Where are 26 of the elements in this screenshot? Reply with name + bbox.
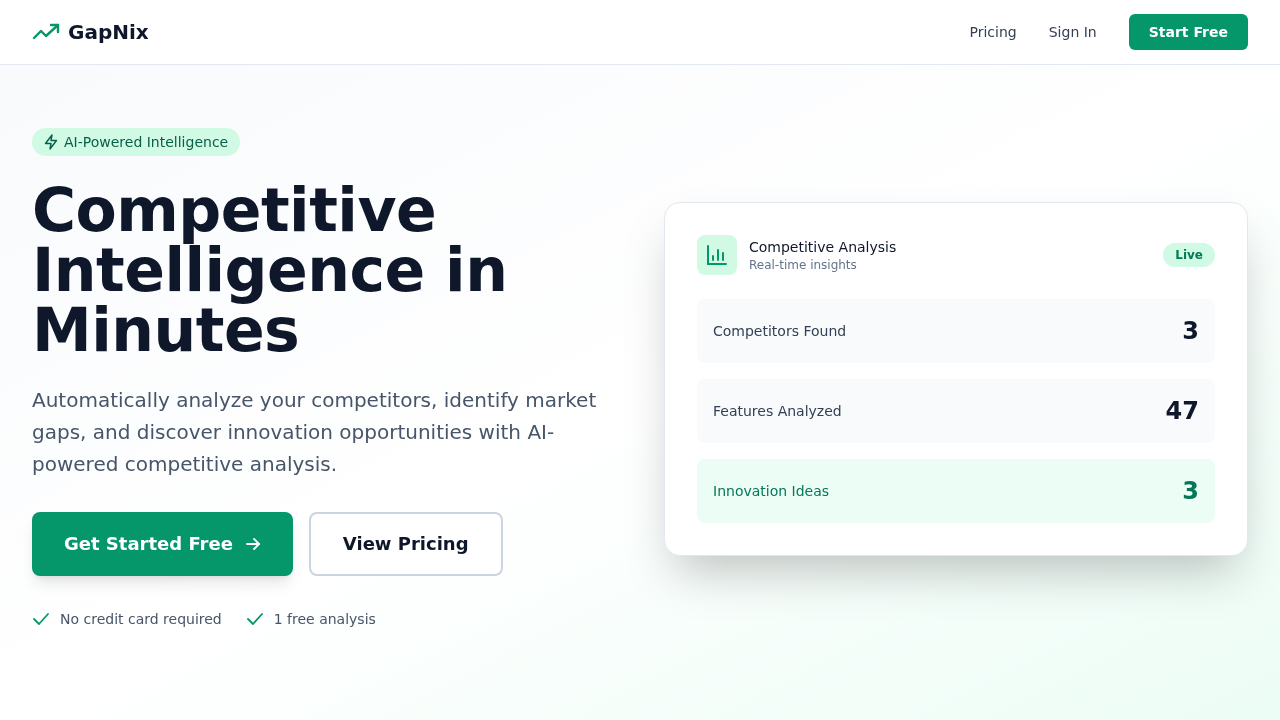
check-icon — [32, 612, 50, 626]
card-title: Competitive Analysis — [749, 237, 897, 257]
stat-value: 47 — [1165, 395, 1199, 427]
stat-value: 3 — [1182, 315, 1199, 347]
perk-text: No credit card required — [60, 610, 222, 629]
card-subtitle: Real-time insights — [749, 256, 858, 273]
hero-description: Automatically analyze your competitors, identify market gaps, and discover innovation opportunities with AI-powered competitive analysis. — [32, 387, 598, 478]
arrow-right-icon — [244, 536, 261, 552]
stat-label: Innovation Ideas — [713, 481, 830, 501]
badge-text: AI-Powered Intelligence — [64, 133, 229, 152]
trending-up-icon — [32, 22, 60, 42]
get-started-button[interactable]: Get Started Free — [32, 512, 293, 576]
stat-value: 3 — [1182, 475, 1199, 507]
perk-text: 1 free analysis — [273, 610, 376, 629]
lightning-bolt-icon — [44, 134, 58, 150]
view-pricing-button[interactable]: View Pricing — [308, 512, 503, 576]
check-icon — [245, 612, 264, 626]
start-free-button[interactable]: Start Free — [1128, 14, 1248, 50]
nav-link[interactable]: Pricing — [953, 22, 1033, 42]
stat-label: Features Analyzed — [713, 401, 842, 421]
bar-chart-icon — [697, 234, 737, 275]
nav-link[interactable]: Sign In — [1032, 22, 1113, 42]
live-badge: Live — [1163, 242, 1215, 267]
stat-label: Competitors Found — [713, 321, 847, 341]
hero-heading: Competitive Intelligence in Minutes — [32, 180, 508, 360]
logo-text: GapNix — [68, 19, 149, 46]
